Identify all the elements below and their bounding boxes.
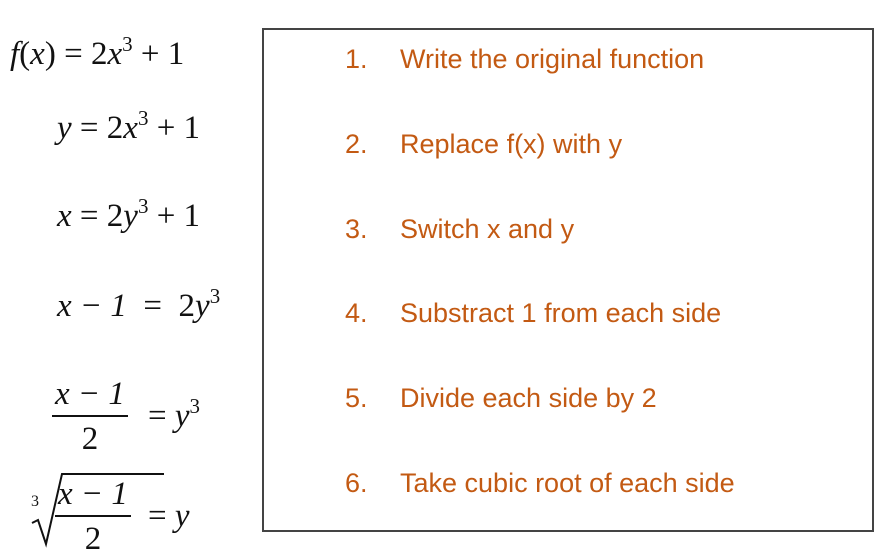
step-4: 4. Substract 1 from each side (345, 298, 721, 329)
eq6-fraction-bar (55, 515, 131, 517)
step-2: 2. Replace f(x) with y (345, 129, 622, 160)
step-3-number: 3. (345, 214, 368, 244)
step-3-text: Switch x and y (400, 214, 575, 244)
step-6: 6. Take cubic root of each side (345, 468, 735, 499)
eq2-exponent: 3 (137, 106, 149, 130)
eq4-coefficient: 2 (178, 288, 196, 324)
step-5-text: Divide each side by 2 (400, 383, 657, 413)
equation-5-rhs: = y3 (148, 394, 201, 434)
eq3-coefficient: 2 (106, 198, 124, 234)
step-3: 3. Switch x and y (345, 214, 574, 245)
eq4-lhs: x − 1 (57, 288, 127, 324)
step-2-text: Replace f(x) with y (400, 129, 623, 159)
step-6-number: 6. (345, 468, 368, 498)
equation-3: x = 2y3 + 1 (57, 194, 201, 234)
eq6-root-index: 3 (31, 493, 39, 510)
equation-1: f(x) = 2x3 + 1 (10, 32, 185, 72)
step-4-text: Substract 1 from each side (400, 298, 722, 328)
eq5-fraction-bar (52, 415, 128, 417)
eq2-lhs: y (57, 110, 72, 146)
step-1-text: Write the original function (400, 44, 705, 74)
eq3-lhs: x (57, 198, 72, 234)
eq1-exponent: 3 (122, 32, 133, 56)
eq2-coefficient: 2 (106, 110, 124, 146)
eq3-tail: + 1 (156, 198, 201, 234)
eq2-variable: x (123, 110, 138, 146)
equation-6-fraction: x − 1 2 (55, 478, 131, 556)
eq6-variable: y (174, 498, 190, 534)
steps-box (262, 28, 874, 532)
step-1: 1. Write the original function (345, 44, 704, 75)
eq5-numerator: x − 1 (55, 376, 125, 412)
eq1-tail: + 1 (140, 36, 185, 72)
eq5-exponent: 3 (189, 394, 201, 418)
eq1-function-name: f (10, 36, 20, 72)
eq6-denominator: 2 (84, 521, 102, 557)
step-6-text: Take cubic root of each side (400, 468, 735, 498)
eq5-denominator: 2 (81, 421, 99, 457)
eq6-numerator: x − 1 (58, 476, 128, 512)
equation-5-fraction: x − 1 2 (52, 378, 128, 456)
eq4-variable: y (195, 288, 210, 324)
eq4-exponent: 3 (209, 284, 221, 308)
eq2-tail: + 1 (156, 110, 201, 146)
eq3-variable: y (123, 198, 138, 234)
step-5: 5. Divide each side by 2 (345, 383, 657, 414)
eq1-variable: x (107, 36, 123, 72)
eq5-variable: y (174, 398, 190, 434)
step-5-number: 5. (345, 383, 368, 413)
step-2-number: 2. (345, 129, 368, 159)
eq3-exponent: 3 (137, 194, 149, 218)
equation-4: x − 1 = 2y3 (57, 284, 221, 324)
step-4-number: 4. (345, 298, 368, 328)
equation-6-rhs: = y (148, 498, 190, 534)
eq1-argument: x (30, 36, 45, 72)
equation-2: y = 2x3 + 1 (57, 106, 201, 146)
step-1-number: 1. (345, 44, 368, 74)
eq1-coefficient: 2 (90, 36, 108, 72)
